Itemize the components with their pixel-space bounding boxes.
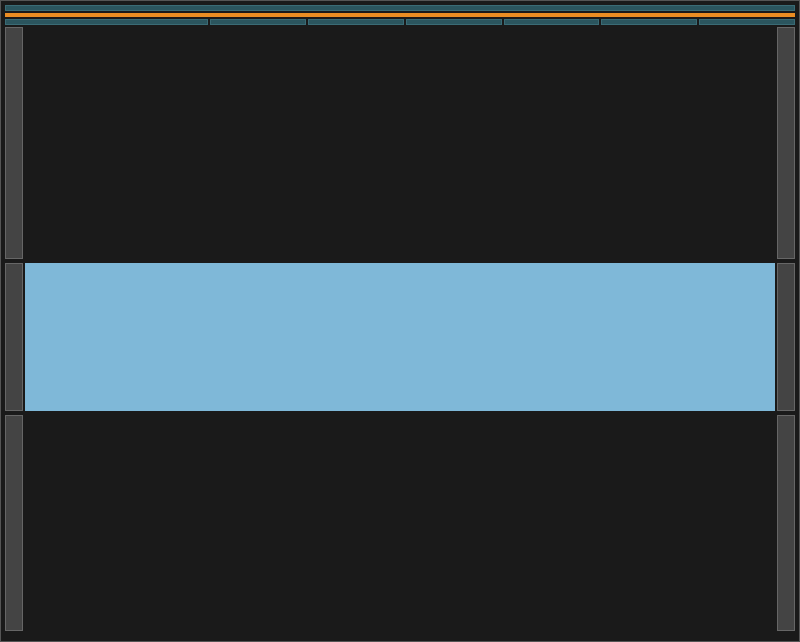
nvdec-1 [504, 19, 600, 25]
nvenc-1 [308, 19, 404, 25]
pci-interface [5, 5, 795, 11]
gpu-block-diagram [0, 0, 800, 642]
spacer-right [597, 415, 775, 631]
nvdec-0 [406, 19, 502, 25]
nvdec-3 [699, 19, 795, 25]
memory-controller-left-bottom [5, 415, 23, 631]
memory-controller-left-top [5, 27, 23, 259]
optical-flow-accelerator [5, 19, 208, 25]
memory-controller-right-mid [777, 263, 795, 411]
nvenc-0 [210, 19, 306, 25]
top-gpc-section [5, 27, 795, 259]
memory-controller-left-mid [5, 263, 23, 411]
top-gpc-row [25, 27, 775, 259]
l2-cache [25, 263, 775, 411]
bottom-gpc-row [205, 415, 596, 631]
bottom-gpc-section [5, 415, 795, 631]
l2-cache-section [5, 263, 795, 411]
memory-controller-right-bottom [777, 415, 795, 631]
nvdec-2 [601, 19, 697, 25]
engine-row [5, 19, 795, 25]
memory-controller-right-top [777, 27, 795, 259]
spacer-left [25, 415, 203, 631]
gigathread-engine [5, 13, 795, 17]
